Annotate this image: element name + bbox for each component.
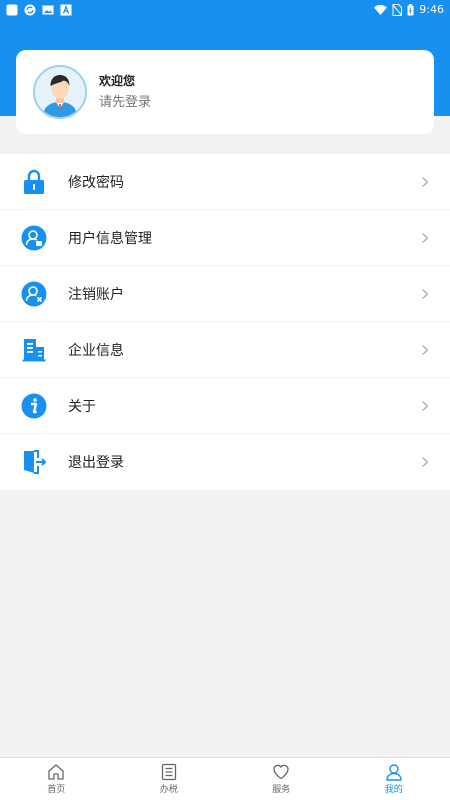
menu-label: 关于 bbox=[68, 398, 96, 415]
tab-service[interactable]: 服务 bbox=[225, 758, 338, 800]
status-bar: 9:46 bbox=[0, 0, 450, 19]
tab-mine[interactable]: 我的 bbox=[338, 758, 450, 800]
settings-menu: 修改密码 用户信息管理 注销账户 企业信息 关于 退出登录 bbox=[0, 154, 450, 490]
tab-tax[interactable]: 办税 bbox=[113, 758, 226, 800]
user-icon bbox=[385, 763, 403, 781]
tab-home[interactable]: 首页 bbox=[0, 758, 113, 800]
sync-icon bbox=[24, 4, 36, 16]
menu-label: 用户信息管理 bbox=[68, 230, 152, 247]
tab-label: 服务 bbox=[272, 785, 291, 795]
chevron-right-icon bbox=[420, 456, 430, 468]
status-right: 9:46 bbox=[374, 3, 444, 16]
menu-item-deactivate-account[interactable]: 注销账户 bbox=[0, 266, 450, 322]
profile-text: 欢迎您 请先登录 bbox=[99, 72, 151, 113]
chevron-right-icon bbox=[420, 232, 430, 244]
menu-label: 注销账户 bbox=[68, 286, 124, 303]
tab-label: 我的 bbox=[384, 785, 403, 795]
menu-item-about[interactable]: 关于 bbox=[0, 378, 450, 434]
menu-label: 退出登录 bbox=[68, 455, 124, 471]
bottom-tab-bar: 首页 办税 服务 我的 bbox=[0, 757, 450, 800]
status-left-icons bbox=[6, 4, 72, 16]
lock-icon bbox=[21, 169, 47, 195]
menu-item-company-info[interactable]: 企业信息 bbox=[0, 322, 450, 378]
info-icon bbox=[21, 393, 47, 419]
tab-label: 办税 bbox=[159, 785, 178, 795]
login-prompt[interactable]: 请先登录 bbox=[99, 93, 151, 113]
menu-item-change-password[interactable]: 修改密码 bbox=[0, 154, 450, 210]
menu-label: 修改密码 bbox=[68, 174, 124, 191]
chevron-right-icon bbox=[420, 288, 430, 300]
no-sim-icon bbox=[392, 3, 403, 16]
heart-icon bbox=[272, 763, 290, 781]
avatar[interactable] bbox=[33, 65, 87, 119]
menu-label: 企业信息 bbox=[68, 342, 124, 359]
welcome-text: 欢迎您 bbox=[99, 73, 136, 88]
wifi-icon bbox=[374, 4, 388, 15]
user-manage-icon bbox=[21, 225, 47, 251]
user-remove-icon bbox=[21, 281, 47, 307]
logout-icon bbox=[21, 449, 47, 475]
font-icon bbox=[60, 4, 72, 16]
tab-label: 首页 bbox=[47, 785, 66, 795]
building-icon bbox=[21, 337, 47, 363]
app-icon bbox=[6, 4, 18, 16]
list-icon bbox=[160, 763, 178, 781]
battery-icon bbox=[407, 3, 414, 16]
chevron-right-icon bbox=[420, 344, 430, 356]
menu-item-user-info[interactable]: 用户信息管理 bbox=[0, 210, 450, 266]
chevron-right-icon bbox=[420, 400, 430, 412]
menu-item-logout[interactable]: 退出登录 bbox=[0, 434, 450, 490]
chevron-right-icon bbox=[420, 176, 430, 188]
image-icon bbox=[42, 4, 54, 16]
clock: 9:46 bbox=[419, 3, 444, 16]
avatar-person-icon bbox=[43, 75, 77, 117]
profile-card[interactable]: 欢迎您 请先登录 bbox=[16, 50, 434, 134]
home-icon bbox=[47, 763, 65, 781]
